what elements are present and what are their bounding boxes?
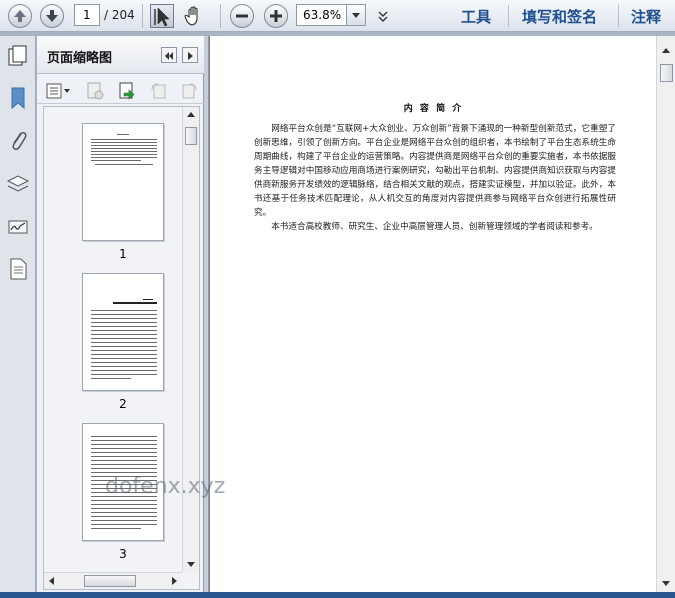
chevron-right-icon [188,52,193,60]
rotate-ccw-icon [151,83,166,99]
document-paragraph: 本书适合高校教师、研究生、企业中高层管理人员、创新管理领域的学者阅读和参考。 [271,222,598,232]
thumbnail-label: 1 [119,247,127,261]
bookmarks-tab[interactable] [6,86,30,110]
comment-link[interactable]: 注释 [631,6,661,27]
document-page: 内 容 简 介 网络平台众创是“互联网+大众创业、万众创新”背景下涌现的一种新型… [209,36,656,592]
toolbar-link-divider [508,5,509,27]
zoom-out-button[interactable] [230,4,254,28]
page-total: / 204 [104,8,135,22]
delete-page-icon [87,82,104,100]
layers-icon [6,175,30,192]
document-icon [10,258,27,280]
hand-icon [184,6,198,26]
thumbnail-label: 3 [119,547,127,561]
insert-page-button[interactable] [117,81,137,101]
rotate-ccw-button[interactable] [149,81,169,101]
thumbnail-horizontal-scrollbar[interactable] [44,572,182,589]
page-thumbnail-2[interactable] [82,273,164,391]
page-number-input[interactable]: 1 [74,4,100,26]
signatures-tab[interactable] [6,215,30,239]
rotate-cw-button[interactable] [179,81,199,101]
bottom-bar [0,592,675,598]
arrow-up-icon [14,10,26,22]
watermark: dofenx.xyz [105,474,226,499]
document-body: 网络平台众创是“互联网+大众创业、万众创新”背景下涌现的一种新型创新范式，它重塑… [254,122,616,234]
signature-icon [8,220,28,234]
prev-page-button[interactable] [8,4,32,28]
document-view[interactable]: 内 容 简 介 网络平台众创是“互联网+大众创业、万众创新”背景下涌现的一种新型… [209,36,675,592]
toolbar-more-button[interactable] [376,8,390,24]
options-icon [46,83,70,99]
panel-collapse-button[interactable] [161,47,177,63]
attachments-tab[interactable] [6,129,30,153]
delete-page-button[interactable] [85,81,105,101]
scroll-down-icon[interactable] [187,562,195,567]
pages-icon [5,43,27,67]
panel-expand-button[interactable] [182,47,198,63]
scroll-thumb[interactable] [660,64,673,82]
zoom-level-input[interactable]: 63.8% [296,4,348,26]
cursor-icon [154,7,170,27]
thumbnail-label: 2 [119,397,127,411]
content-tab[interactable] [6,257,30,281]
panel-title: 页面缩略图 [47,51,113,66]
fill-sign-link[interactable]: 填写和签名 [522,6,597,27]
panel-header: 页面缩略图 [37,36,204,74]
toolbar-link-divider [618,5,619,27]
rotate-cw-icon [182,83,197,99]
arrow-down-icon [46,10,58,22]
navigation-rail [0,36,36,592]
bookmark-icon [11,87,25,110]
thumbnail-area: 1 2 3 [44,107,182,572]
chevron-down-icon [378,11,388,22]
scroll-left-icon[interactable] [49,577,54,585]
next-page-button[interactable] [40,4,64,28]
select-tool-button[interactable] [150,4,174,28]
options-button[interactable] [45,81,73,101]
toolbar-divider [142,4,143,28]
scroll-thumb[interactable] [84,575,136,587]
double-chevron-left-icon [165,52,173,60]
thumbnail-list[interactable]: 1 2 3 [43,106,200,590]
zoom-in-button[interactable] [264,4,288,28]
paperclip-icon [12,132,27,150]
thumbnails-panel: 页面缩略图 1 2 3 [37,36,204,592]
tools-link[interactable]: 工具 [461,6,491,27]
scroll-down-icon[interactable] [662,581,670,586]
layers-tab[interactable] [6,172,30,196]
page-thumbnail-1[interactable] [82,123,164,241]
scroll-right-icon[interactable] [172,577,177,585]
hand-tool-button[interactable] [182,4,206,28]
scroll-thumb[interactable] [185,127,197,145]
plus-icon [270,10,282,22]
minus-icon [236,14,248,18]
zoom-dropdown-button[interactable] [346,4,366,26]
top-toolbar: 1 / 204 63.8% 工具 填写和签名 注释 [0,0,675,32]
document-title: 内 容 简 介 [403,104,464,114]
scroll-up-icon[interactable] [187,112,195,117]
panel-tools [37,76,204,104]
document-vertical-scrollbar[interactable] [656,36,675,592]
insert-page-icon [119,82,135,100]
document-paragraph: 网络平台众创是“互联网+大众创业、万众创新”背景下涌现的一种新型创新范式，它重塑… [254,124,616,218]
scroll-up-icon[interactable] [662,48,670,53]
toolbar-divider [220,4,221,28]
thumbnail-vertical-scrollbar[interactable] [182,107,199,572]
